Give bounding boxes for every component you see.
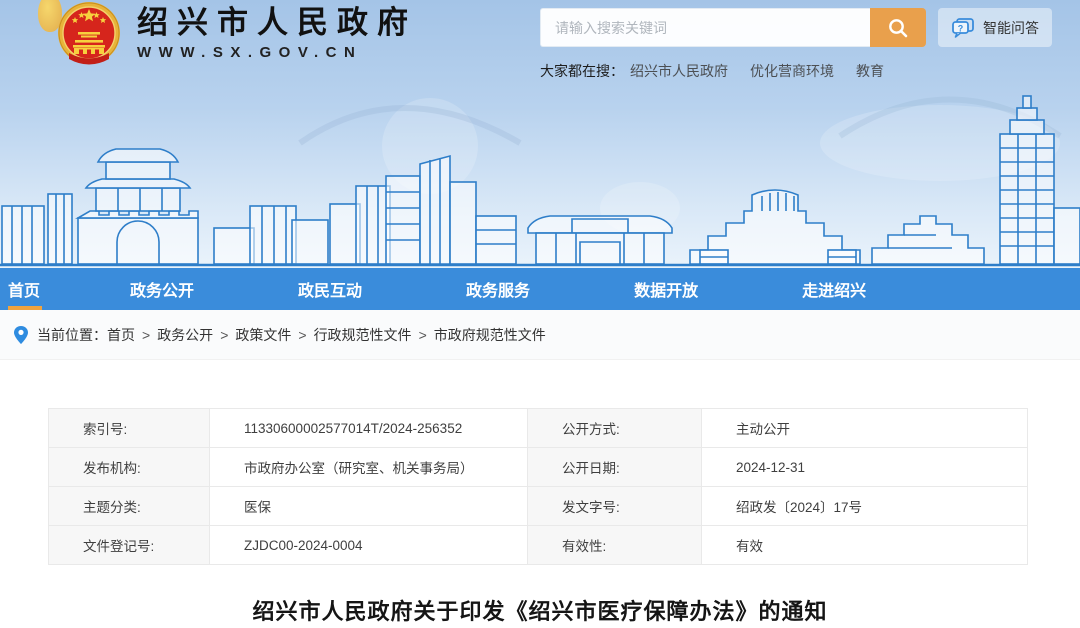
- field-label-registration-no: 文件登记号:: [49, 526, 210, 565]
- field-value-open-date: 2024-12-31: [702, 448, 1028, 487]
- search-bar: [540, 8, 926, 47]
- smart-qa-button[interactable]: ? 智能问答: [938, 8, 1052, 47]
- search-input[interactable]: [540, 8, 870, 47]
- field-value-index-no: 11330600002577014T/2024-256352: [210, 409, 528, 448]
- table-row: 文件登记号: ZJDC00-2024-0004 有效性: 有效: [49, 526, 1028, 565]
- table-row: 索引号: 11330600002577014T/2024-256352 公开方式…: [49, 409, 1028, 448]
- field-value-open-method: 主动公开: [702, 409, 1028, 448]
- breadcrumb-item-admin-normative[interactable]: 行政规范性文件: [314, 325, 412, 345]
- table-row: 主题分类: 医保 发文字号: 绍政发〔2024〕17号: [49, 487, 1028, 526]
- field-label-topic-category: 主题分类:: [49, 487, 210, 526]
- nav-item-services[interactable]: 政务服务: [466, 268, 530, 310]
- site-title: 绍兴市人民政府: [137, 5, 417, 41]
- breadcrumb-item-city-normative[interactable]: 市政府规范性文件: [434, 325, 546, 345]
- nav-item-interaction[interactable]: 政民互动: [298, 268, 362, 310]
- field-label-doc-number: 发文字号:: [528, 487, 702, 526]
- main-nav: 首页 政务公开 政民互动 政务服务 数据开放 走进绍兴: [0, 268, 1080, 310]
- breadcrumb-item-gov-affairs[interactable]: 政务公开: [157, 325, 213, 345]
- document-title: 绍兴市人民政府关于印发《绍兴市医疗保障办法》的通知: [0, 594, 1080, 626]
- field-value-doc-number: 绍政发〔2024〕17号: [702, 487, 1028, 526]
- nav-item-gov-affairs[interactable]: 政务公开: [130, 268, 194, 310]
- breadcrumb: 当前位置： 首页 > 政务公开 > 政策文件 > 行政规范性文件 > 市政府规范…: [0, 310, 1080, 360]
- field-value-validity: 有效: [702, 526, 1028, 565]
- field-label-open-date: 公开日期:: [528, 448, 702, 487]
- hot-search-link-2[interactable]: 优化营商环境: [750, 61, 834, 81]
- document-info-table: 索引号: 11330600002577014T/2024-256352 公开方式…: [48, 408, 1028, 565]
- svg-text:?: ?: [958, 23, 964, 33]
- site-logo-block[interactable]: 绍兴市人民政府 WWW.SX.GOV.CN: [57, 1, 417, 65]
- document-page: 索引号: 11330600002577014T/2024-256352 公开方式…: [0, 360, 1080, 626]
- hot-search-link-1[interactable]: 绍兴市人民政府: [630, 61, 728, 81]
- site-url: WWW.SX.GOV.CN: [137, 44, 417, 61]
- field-label-validity: 有效性:: [528, 526, 702, 565]
- breadcrumb-item-policy-docs[interactable]: 政策文件: [235, 325, 291, 345]
- table-row: 发布机构: 市政府办公室（研究室、机关事务局） 公开日期: 2024-12-31: [49, 448, 1028, 487]
- field-value-topic-category: 医保: [210, 487, 528, 526]
- nav-item-open-data[interactable]: 数据开放: [634, 268, 698, 310]
- city-skyline-illustration: [0, 88, 1080, 268]
- hot-search-label: 大家都在搜：: [540, 61, 624, 81]
- search-icon: [887, 17, 909, 39]
- site-banner: 绍兴市人民政府 WWW.SX.GOV.CN ? 智能问答 大家都在搜： 绍兴市人…: [0, 0, 1080, 268]
- hot-search-row: 大家都在搜： 绍兴市人民政府 优化营商环境 教育: [540, 61, 906, 81]
- field-value-registration-no: ZJDC00-2024-0004: [210, 526, 528, 565]
- field-label-issuing-agency: 发布机构:: [49, 448, 210, 487]
- hot-search-link-3[interactable]: 教育: [856, 61, 884, 81]
- field-value-issuing-agency: 市政府办公室（研究室、机关事务局）: [210, 448, 528, 487]
- field-label-open-method: 公开方式:: [528, 409, 702, 448]
- search-button[interactable]: [870, 8, 926, 47]
- location-pin-icon: [13, 325, 29, 345]
- chat-question-icon: ?: [951, 17, 975, 39]
- nav-item-about-shaoxing[interactable]: 走进绍兴: [802, 268, 866, 310]
- nav-item-home[interactable]: 首页: [8, 268, 40, 310]
- breadcrumb-label: 当前位置：: [37, 325, 107, 345]
- smart-qa-label: 智能问答: [983, 18, 1039, 38]
- field-label-index-no: 索引号:: [49, 409, 210, 448]
- national-emblem-logo: [57, 1, 121, 65]
- breadcrumb-item-home[interactable]: 首页: [107, 325, 135, 345]
